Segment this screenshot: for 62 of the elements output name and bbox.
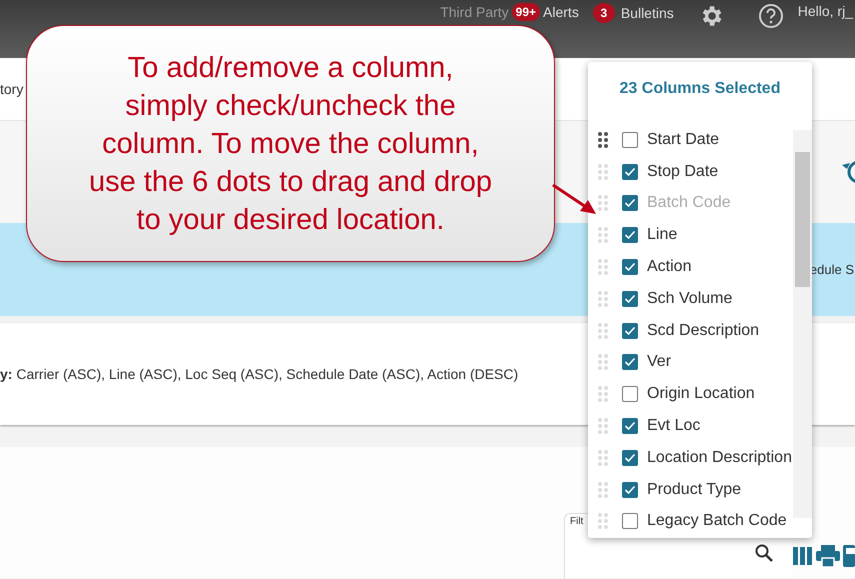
checkbox[interactable] (622, 227, 638, 244)
drag-handle-icon[interactable] (598, 132, 608, 148)
arrow (552, 184, 596, 214)
drag-handle-icon[interactable] (598, 164, 608, 180)
checkbox[interactable] (622, 513, 638, 530)
check-icon (624, 262, 636, 272)
drag-handle-icon[interactable] (598, 259, 608, 276)
column-label[interactable]: Sch Volume (647, 290, 732, 308)
drag-handle-icon[interactable] (598, 513, 608, 530)
column-label[interactable]: Start Date (647, 130, 720, 149)
checkbox[interactable] (622, 164, 638, 180)
check-icon (624, 326, 636, 336)
drag-handle-icon[interactable] (598, 354, 608, 370)
bulletin-count-badge: 3 (592, 3, 615, 23)
drag-handle-icon[interactable] (598, 386, 608, 402)
save-icon[interactable] (843, 545, 855, 567)
column-label[interactable]: Line (647, 226, 678, 244)
check-icon (624, 421, 636, 432)
checkbox[interactable] (622, 482, 638, 498)
user-greeting[interactable]: Hello, rj_ (798, 3, 853, 19)
check-icon (624, 357, 636, 368)
columns-icon[interactable] (793, 546, 813, 566)
checkbox[interactable] (622, 450, 638, 466)
help-icon[interactable] (758, 3, 784, 29)
check-icon (624, 198, 636, 208)
drag-handle-icon[interactable] (598, 418, 608, 434)
checkbox[interactable] (622, 418, 638, 434)
drag-handle-icon[interactable] (598, 482, 608, 498)
search-icon[interactable] (755, 544, 773, 562)
column-label[interactable]: Evt Loc (647, 417, 700, 436)
column-label[interactable]: Stop Date (647, 162, 718, 181)
callout-text: To add/remove a column, simply check/uncheck the column. To move the column, use the 6 dots to drag and drop to your desired location. (88, 50, 492, 238)
page-title: tory (0, 81, 24, 97)
column-label[interactable]: Origin Location (647, 385, 755, 404)
checkbox[interactable] (622, 132, 638, 148)
scrollbar[interactable] (793, 130, 812, 518)
sort-description: y: Carrier (ASC), Line (ASC), Loc Seq (ASC), Schedule Date (ASC), Action (DESC) (0, 366, 518, 382)
check-icon (624, 166, 636, 177)
column-label[interactable]: Ver (647, 353, 672, 372)
checkbox[interactable] (622, 354, 638, 370)
columns-selected-title: 23 Columns Selected (618, 80, 782, 98)
drag-handle-icon[interactable] (598, 227, 608, 244)
column-label[interactable]: Location Description (647, 448, 792, 467)
column-label[interactable]: Action (647, 258, 692, 276)
check-icon (624, 484, 636, 495)
checkbox[interactable] (622, 290, 638, 307)
checkbox[interactable] (622, 259, 638, 276)
alert-count-badge: 99+ (512, 3, 540, 21)
alerts-link[interactable]: Alerts (543, 4, 579, 20)
drag-handle-icon[interactable] (598, 290, 608, 307)
print-icon[interactable] (816, 545, 840, 567)
drag-handle-icon[interactable] (598, 450, 608, 466)
check-icon (624, 294, 636, 304)
checkbox[interactable] (622, 322, 638, 339)
checkbox[interactable] (622, 386, 638, 402)
bulletins-link[interactable]: Bulletins (620, 5, 674, 21)
column-label[interactable]: Scd Description (647, 322, 760, 340)
drag-handle-icon[interactable] (598, 322, 608, 339)
check-icon (624, 230, 636, 240)
check-icon (624, 452, 636, 463)
column-label[interactable]: Legacy Batch Code (647, 512, 787, 530)
column-label[interactable]: Product Type (647, 480, 741, 499)
